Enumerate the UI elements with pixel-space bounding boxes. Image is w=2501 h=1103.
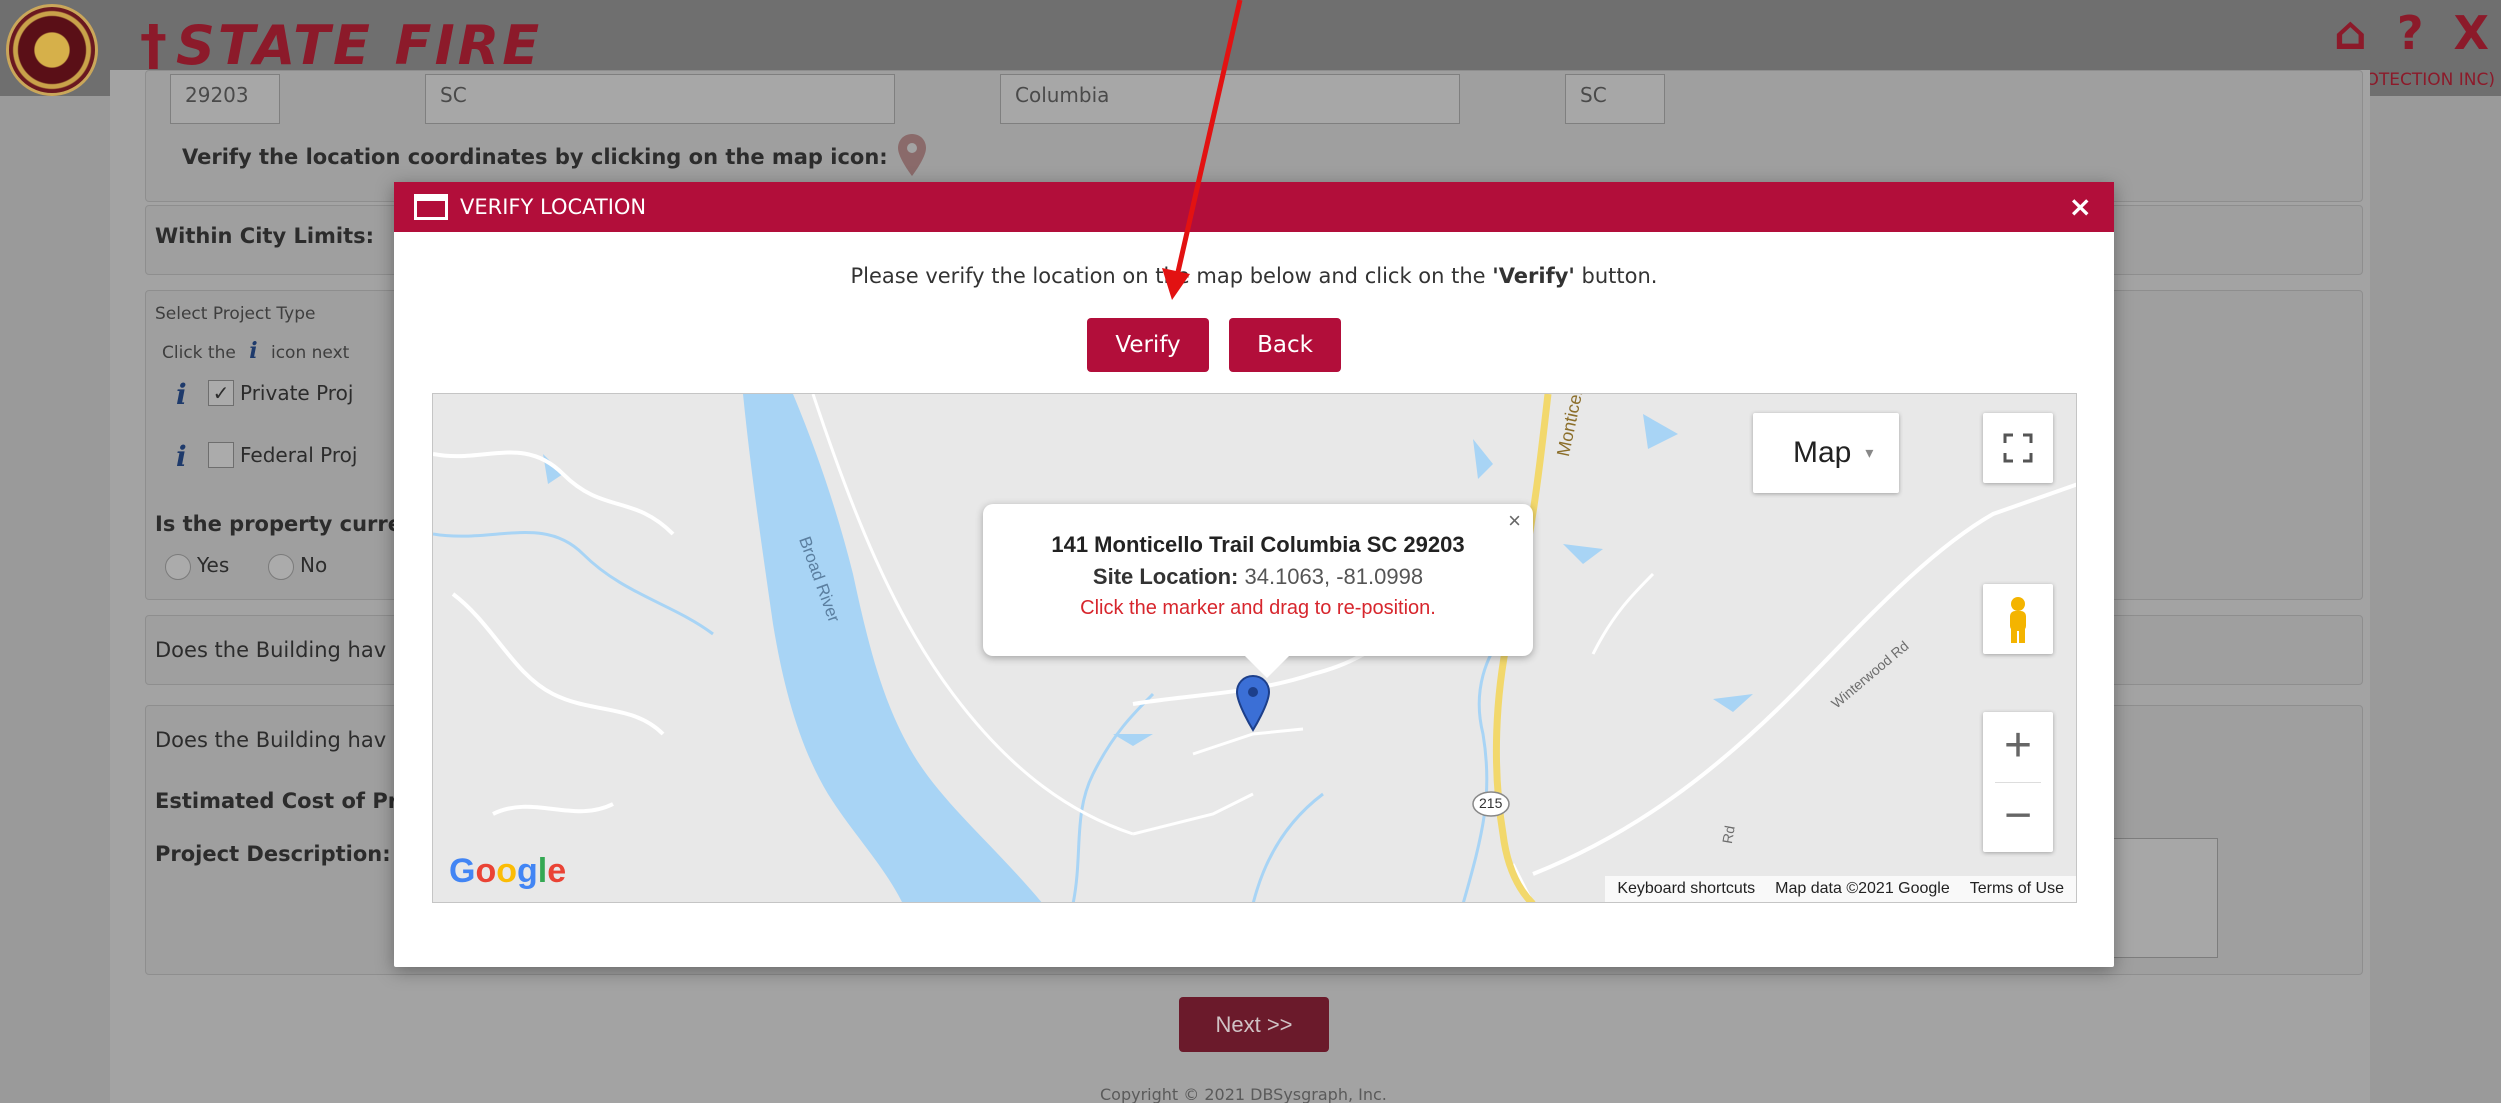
brand-title: † STATE FIRE: [140, 14, 543, 77]
state-seal-logo: [6, 4, 98, 96]
project-description-textarea[interactable]: [2100, 838, 2218, 958]
zip-input[interactable]: 29203: [170, 74, 280, 124]
select-project-type-label: Select Project Type: [155, 304, 316, 324]
back-button[interactable]: Back: [1229, 318, 1341, 372]
terms-of-use-link[interactable]: Terms of Use: [1970, 880, 2064, 898]
verify-button[interactable]: Verify: [1087, 318, 1209, 372]
state-select[interactable]: SC: [1565, 74, 1665, 124]
fullscreen-icon: [2003, 433, 2033, 463]
modal-header: VERIFY LOCATION ×: [394, 182, 2114, 232]
building-question-2: Does the Building hav: [155, 728, 387, 752]
map-view[interactable]: Broad River Monticello Rd Winterwood Rd …: [432, 393, 2077, 903]
building-question-1: Does the Building hav: [155, 638, 387, 662]
location-infowindow: × 141 Monticello Trail Columbia SC 29203…: [983, 504, 1533, 678]
rd-fragment-label: Rd: [1719, 824, 1738, 845]
private-info-icon[interactable]: i: [176, 378, 187, 411]
window-icon: [414, 194, 448, 220]
click-icon-hint: Click the i icon next: [162, 338, 350, 364]
route-215-label: 215: [1479, 795, 1503, 811]
federal-project-label: Federal Proj: [240, 443, 358, 467]
header-actions: ⌂ ? X: [2334, 6, 2489, 60]
fullscreen-button[interactable]: [1983, 413, 2053, 483]
street-view-button[interactable]: [1983, 584, 2053, 654]
no-radio[interactable]: No: [268, 553, 327, 580]
map-footer: Keyboard shortcuts Map data ©2021 Google…: [1605, 876, 2076, 902]
zoom-control: + −: [1983, 712, 2053, 852]
copyright-text: Copyright © 2021 DBSysgraph, Inc.: [1100, 1085, 1387, 1103]
property-question: Is the property curre: [155, 512, 403, 536]
infowindow-note: Click the marker and drag to re-position…: [1080, 597, 1436, 619]
within-city-limits-label: Within City Limits:: [155, 224, 375, 248]
map-marker-icon: [1235, 674, 1271, 732]
infowindow-site-location: Site Location: 34.1063, -81.0998: [1092, 564, 1424, 589]
map-type-label: Map: [1793, 436, 1852, 469]
city-input[interactable]: Columbia: [1000, 74, 1460, 124]
private-project-checkbox[interactable]: ✓: [208, 380, 234, 406]
info-icon: i: [249, 338, 258, 364]
federal-info-icon[interactable]: i: [176, 440, 187, 473]
pegman-icon: [2010, 597, 2026, 643]
modal-title: VERIFY LOCATION: [460, 195, 647, 219]
modal-close-button[interactable]: ×: [2069, 190, 2092, 223]
keyboard-shortcuts-link[interactable]: Keyboard shortcuts: [1617, 880, 1755, 898]
verify-location-modal: VERIFY LOCATION × Please verify the loca…: [394, 182, 2114, 967]
palmetto-icon: †: [140, 14, 170, 77]
no-radio-circle[interactable]: [268, 553, 294, 580]
estimated-cost-label: Estimated Cost of Pr: [155, 789, 399, 813]
modal-instructions: Please verify the location on the map be…: [850, 264, 1658, 288]
map-data-text: Map data ©2021 Google: [1775, 880, 1950, 897]
yes-radio[interactable]: Yes: [165, 553, 229, 580]
verify-coords-label: Verify the location coordinates by click…: [182, 145, 888, 169]
state-input[interactable]: SC: [425, 74, 895, 124]
yes-radio-circle[interactable]: [165, 553, 191, 580]
map-type-selector[interactable]: Map ▾: [1753, 413, 1899, 493]
federal-project-checkbox[interactable]: [208, 442, 234, 468]
project-description-label: Project Description:: [155, 842, 391, 866]
zoom-in-button[interactable]: +: [1983, 712, 2053, 782]
location-marker[interactable]: [1235, 674, 1271, 732]
infowindow-close-button[interactable]: ×: [1508, 508, 1521, 534]
private-project-label: Private Proj: [240, 381, 354, 405]
exit-button[interactable]: X: [2454, 6, 2489, 60]
zoom-out-button[interactable]: −: [1983, 782, 2053, 852]
infowindow-address: 141 Monticello Trail Columbia SC 29203: [1051, 532, 1465, 557]
caret-down-icon: ▾: [1865, 445, 1874, 462]
modal-button-row: Verify Back: [394, 318, 2114, 372]
map-pin-icon[interactable]: [895, 132, 929, 180]
google-logo: Google: [449, 852, 567, 890]
help-button[interactable]: ?: [2397, 6, 2424, 60]
next-button[interactable]: Next >>: [1179, 997, 1329, 1052]
home-icon[interactable]: ⌂: [2334, 6, 2367, 60]
